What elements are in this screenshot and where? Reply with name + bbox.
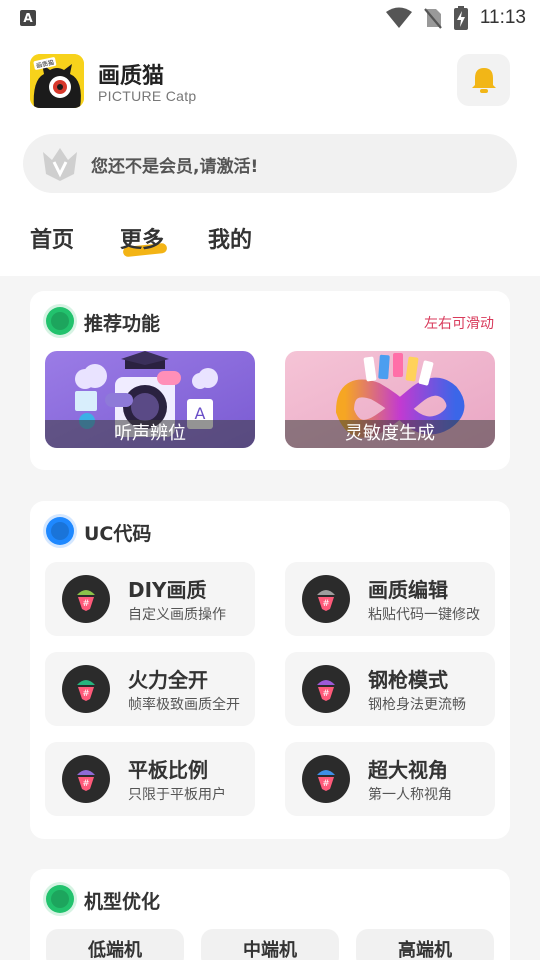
notification-app-icon: A [20,10,36,26]
app-subtitle: PICTURE Catp [98,88,197,104]
option-low-end[interactable]: 低端机 [46,929,184,960]
option-high-end[interactable]: 高端机 [356,929,494,960]
android-icon: # [62,575,110,623]
app-name: 画质猫 [98,64,165,89]
model-dot-icon [46,885,74,913]
item-title: 画质编辑 [368,578,448,602]
battery-charging-icon [453,6,468,30]
svg-text:#: # [82,689,90,699]
item-title: 钢枪模式 [368,668,448,692]
svg-text:#: # [322,779,330,789]
banner-label: 灵敏度生成 [285,420,495,448]
item-title: DIY画质 [128,578,207,602]
item-title: 平板比例 [128,758,208,782]
banner-sound-position[interactable]: A 听声辨位 [45,351,255,448]
item-desc: 只限于平板用户 [128,787,226,803]
item-title: 超大视角 [368,758,448,782]
uc-code-card: UC代码 # DIY画质 自定义画质操作 # 画质编辑 粘贴代码一键修改 # 火… [30,501,510,839]
vip-crown-icon [43,148,77,181]
vip-text: 您还不是会员,请激活! [91,157,259,177]
uc-dot-icon [46,517,74,545]
svg-text:#: # [82,779,90,789]
app-logo: 画质猫 [30,54,84,108]
android-icon: # [62,665,110,713]
android-icon: # [302,575,350,623]
recommend-dot-icon [46,307,74,335]
bell-icon [471,68,496,93]
uc-title: UC代码 [84,523,152,545]
option-mid-end[interactable]: 中端机 [201,929,339,960]
model-optimization-card: 机型优化 低端机 中端机 高端机 [30,869,510,960]
tab-home[interactable]: 首页 [30,222,74,254]
uc-item-edit[interactable]: # 画质编辑 粘贴代码一键修改 [285,562,495,636]
android-icon: # [302,755,350,803]
status-time: 11:13 [479,7,526,28]
item-desc: 自定义画质操作 [128,607,226,623]
notification-button[interactable] [457,54,510,106]
status-icons: 11:13 [385,6,526,30]
item-desc: 第一人称视角 [368,787,452,803]
banner-label: 听声辨位 [45,420,255,448]
banner-sensitivity[interactable]: 灵敏度生成 [285,351,495,448]
uc-item-diy[interactable]: # DIY画质 自定义画质操作 [45,562,255,636]
item-desc: 帧率极致画质全开 [128,697,240,713]
uc-item-wide-view[interactable]: # 超大视角 第一人称视角 [285,742,495,816]
vip-activation-bar[interactable]: 您还不是会员,请激活! [23,134,517,193]
status-bar: A 11:13 [0,0,540,36]
model-title: 机型优化 [84,891,161,913]
svg-text:#: # [322,689,330,699]
tab-more[interactable]: 更多 [120,222,164,254]
uc-item-tablet-ratio[interactable]: # 平板比例 只限于平板用户 [45,742,255,816]
item-desc: 粘贴代码一键修改 [368,607,480,623]
header: 画质猫 画质猫 PICTURE Catp 您还不是会员,请激活! 首页 更多 我… [0,36,540,276]
item-desc: 钢枪身法更流畅 [368,697,466,713]
svg-text:#: # [82,599,90,609]
item-title: 火力全开 [128,668,208,692]
no-sim-icon [424,8,442,29]
tab-bar: 首页 更多 我的 [0,216,540,266]
recommend-title: 推荐功能 [84,313,161,335]
android-icon: # [62,755,110,803]
tab-mine[interactable]: 我的 [208,222,252,254]
wifi-icon [385,7,412,28]
swipe-hint: 左右可滑动 [424,316,494,332]
uc-item-firepower[interactable]: # 火力全开 帧率极致画质全开 [45,652,255,726]
svg-text:#: # [322,599,330,609]
uc-item-gun-mode[interactable]: # 钢枪模式 钢枪身法更流畅 [285,652,495,726]
recommend-card: 推荐功能 左右可滑动 A 听声辨位 灵敏度生成 [30,291,510,470]
android-icon: # [302,665,350,713]
